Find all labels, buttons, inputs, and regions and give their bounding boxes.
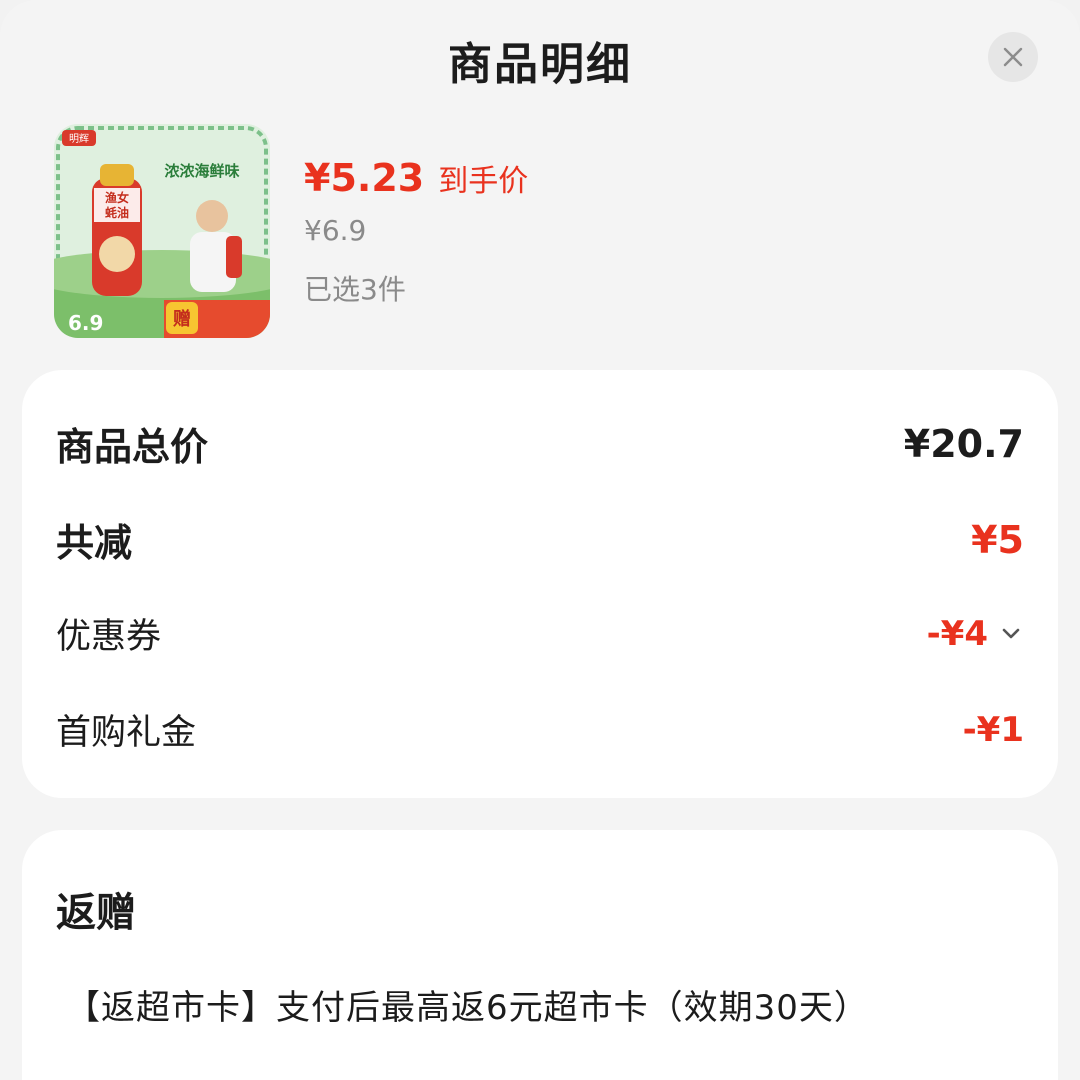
- close-button[interactable]: [988, 32, 1038, 82]
- page-title: 商品明细: [448, 39, 632, 90]
- product-image[interactable]: 渔女 蚝油 明辉 浓浓海鲜味 赠 6.9: [54, 124, 270, 338]
- thumb-price: 6.9: [68, 311, 103, 335]
- discount-label: 共减: [56, 521, 133, 565]
- thumb-headline: 浓浓海鲜味: [164, 162, 239, 180]
- coupon-value: -¥4: [926, 613, 988, 654]
- close-icon: [1003, 47, 1023, 67]
- coupon-value-wrap[interactable]: -¥4: [927, 614, 1024, 654]
- first-gift-label: 首购礼金: [56, 713, 197, 753]
- detail-sheet: 商品明细 渔女 蚝油 明辉 浓浓海鲜味 赠 6.9 ¥5.23 到手价 ¥6.9…: [0, 0, 1080, 1080]
- selected-count: 已选3件: [304, 273, 406, 306]
- coupon-label: 优惠券: [56, 617, 162, 657]
- first-gift-value: -¥1: [962, 709, 1024, 750]
- discount-row: 共减 ¥5: [56, 512, 1024, 567]
- price-detail-card: 商品总价 ¥20.7 共减 ¥5 优惠券 -¥4 首购礼金 -¥1: [22, 370, 1058, 798]
- coupon-row[interactable]: 优惠券 -¥4: [56, 608, 1024, 659]
- thumb-product-line2: 蚝油: [105, 205, 129, 220]
- discount-value: ¥5: [971, 517, 1024, 562]
- gift-card: 返赠 【返超市卡】支付后最高返6元超市卡（效期30天）: [22, 830, 1058, 1080]
- thumb-product-line1: 渔女: [105, 190, 129, 205]
- total-label: 商品总价: [56, 425, 209, 469]
- final-price-label: 到手价: [438, 164, 529, 199]
- original-price: ¥6.9: [304, 214, 367, 247]
- gift-text: 【返超市卡】支付后最高返6元超市卡（效期30天）: [66, 988, 869, 1028]
- final-price-row: ¥5.23 到手价: [304, 156, 528, 200]
- first-gift-row: 首购礼金 -¥1: [56, 704, 1024, 755]
- total-value: ¥20.7: [903, 421, 1024, 466]
- chevron-down-icon[interactable]: [998, 621, 1024, 647]
- total-row: 商品总价 ¥20.7: [56, 416, 1024, 471]
- final-price: ¥5.23: [304, 156, 425, 200]
- thumb-badge: 赠: [173, 308, 191, 330]
- gift-title: 返赠: [56, 890, 136, 936]
- thumb-brand: 明辉: [69, 133, 89, 145]
